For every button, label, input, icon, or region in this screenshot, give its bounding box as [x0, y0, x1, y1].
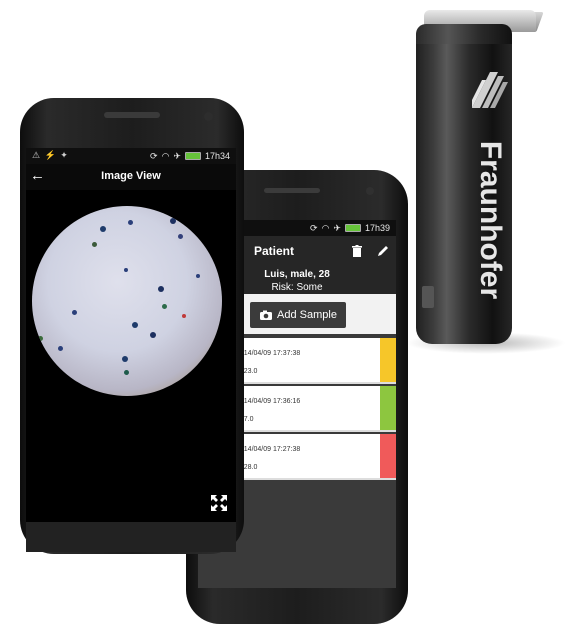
camera-icon: [260, 310, 273, 320]
fraunhofer-logo-icon: [472, 72, 508, 108]
device-cap: [416, 24, 512, 44]
device-side-button: [422, 286, 434, 308]
risk-indicator: [380, 434, 396, 478]
front-camera: [204, 112, 213, 121]
pencil-icon[interactable]: [374, 242, 392, 260]
trash-icon[interactable]: [348, 242, 366, 260]
sample-date: 2014/04/09 17:27:38: [236, 446, 301, 453]
sync-icon: ⟳: [310, 222, 318, 233]
battery-icon: [184, 152, 201, 160]
sample-date: 2014/04/09 17:36:16: [236, 398, 301, 405]
fraunhofer-device: Fraunhofer: [406, 2, 566, 354]
status-time: 17h34: [204, 151, 230, 161]
notification-icons: ⚠ ⚡ ✦: [32, 150, 69, 160]
page-title: Patient: [254, 244, 295, 258]
earpiece: [104, 112, 160, 118]
earpiece: [264, 188, 320, 193]
status-time: 17h39: [364, 223, 390, 233]
action-bar: ← Image View: [26, 164, 236, 190]
image-view-screen: ⚠ ⚡ ✦ ⟳ ◠ ✈ 17h34 ← Image View: [26, 148, 236, 552]
add-sample-label: Add Sample: [277, 309, 337, 321]
status-icons: ⟳ ◠ ✈: [150, 151, 201, 162]
wifi-icon: ◠: [321, 222, 330, 233]
sample-date: 2014/04/09 17:37:38: [236, 350, 301, 357]
add-sample-button[interactable]: Add Sample: [250, 302, 346, 328]
device-brand: Fraunhofer: [470, 120, 510, 320]
battery-icon: [344, 224, 361, 232]
fullscreen-icon[interactable]: [210, 494, 228, 512]
device-brand-text: Fraunhofer: [474, 140, 507, 300]
risk-indicator: [380, 338, 396, 382]
sync-icon: ⟳: [150, 150, 158, 161]
wifi-icon: ◠: [161, 150, 170, 161]
page-title: Image View: [101, 170, 161, 182]
status-bar: ⚠ ⚡ ✦ ⟳ ◠ ✈ 17h34: [26, 148, 236, 164]
microscope-image[interactable]: [32, 206, 222, 396]
image-view-phone: ⚠ ⚡ ✦ ⟳ ◠ ✈ 17h34 ← Image View: [20, 98, 244, 554]
phone-bezel-bottom: [26, 522, 236, 552]
risk-indicator: [380, 386, 396, 430]
airplane-icon: ✈: [333, 222, 341, 233]
status-icons: ⟳ ◠ ✈: [310, 223, 361, 234]
front-camera: [366, 187, 374, 195]
airplane-icon: ✈: [173, 150, 181, 161]
